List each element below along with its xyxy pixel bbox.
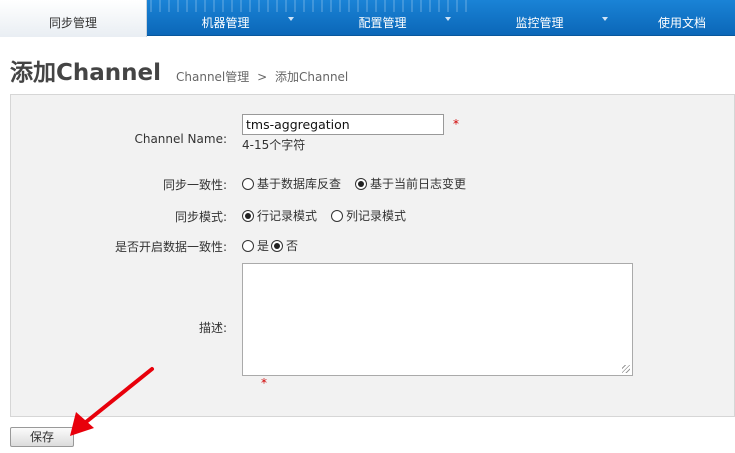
arrow-shaft [84,367,154,424]
arrow-head [70,412,94,436]
annotation-arrow-icon [70,367,154,436]
